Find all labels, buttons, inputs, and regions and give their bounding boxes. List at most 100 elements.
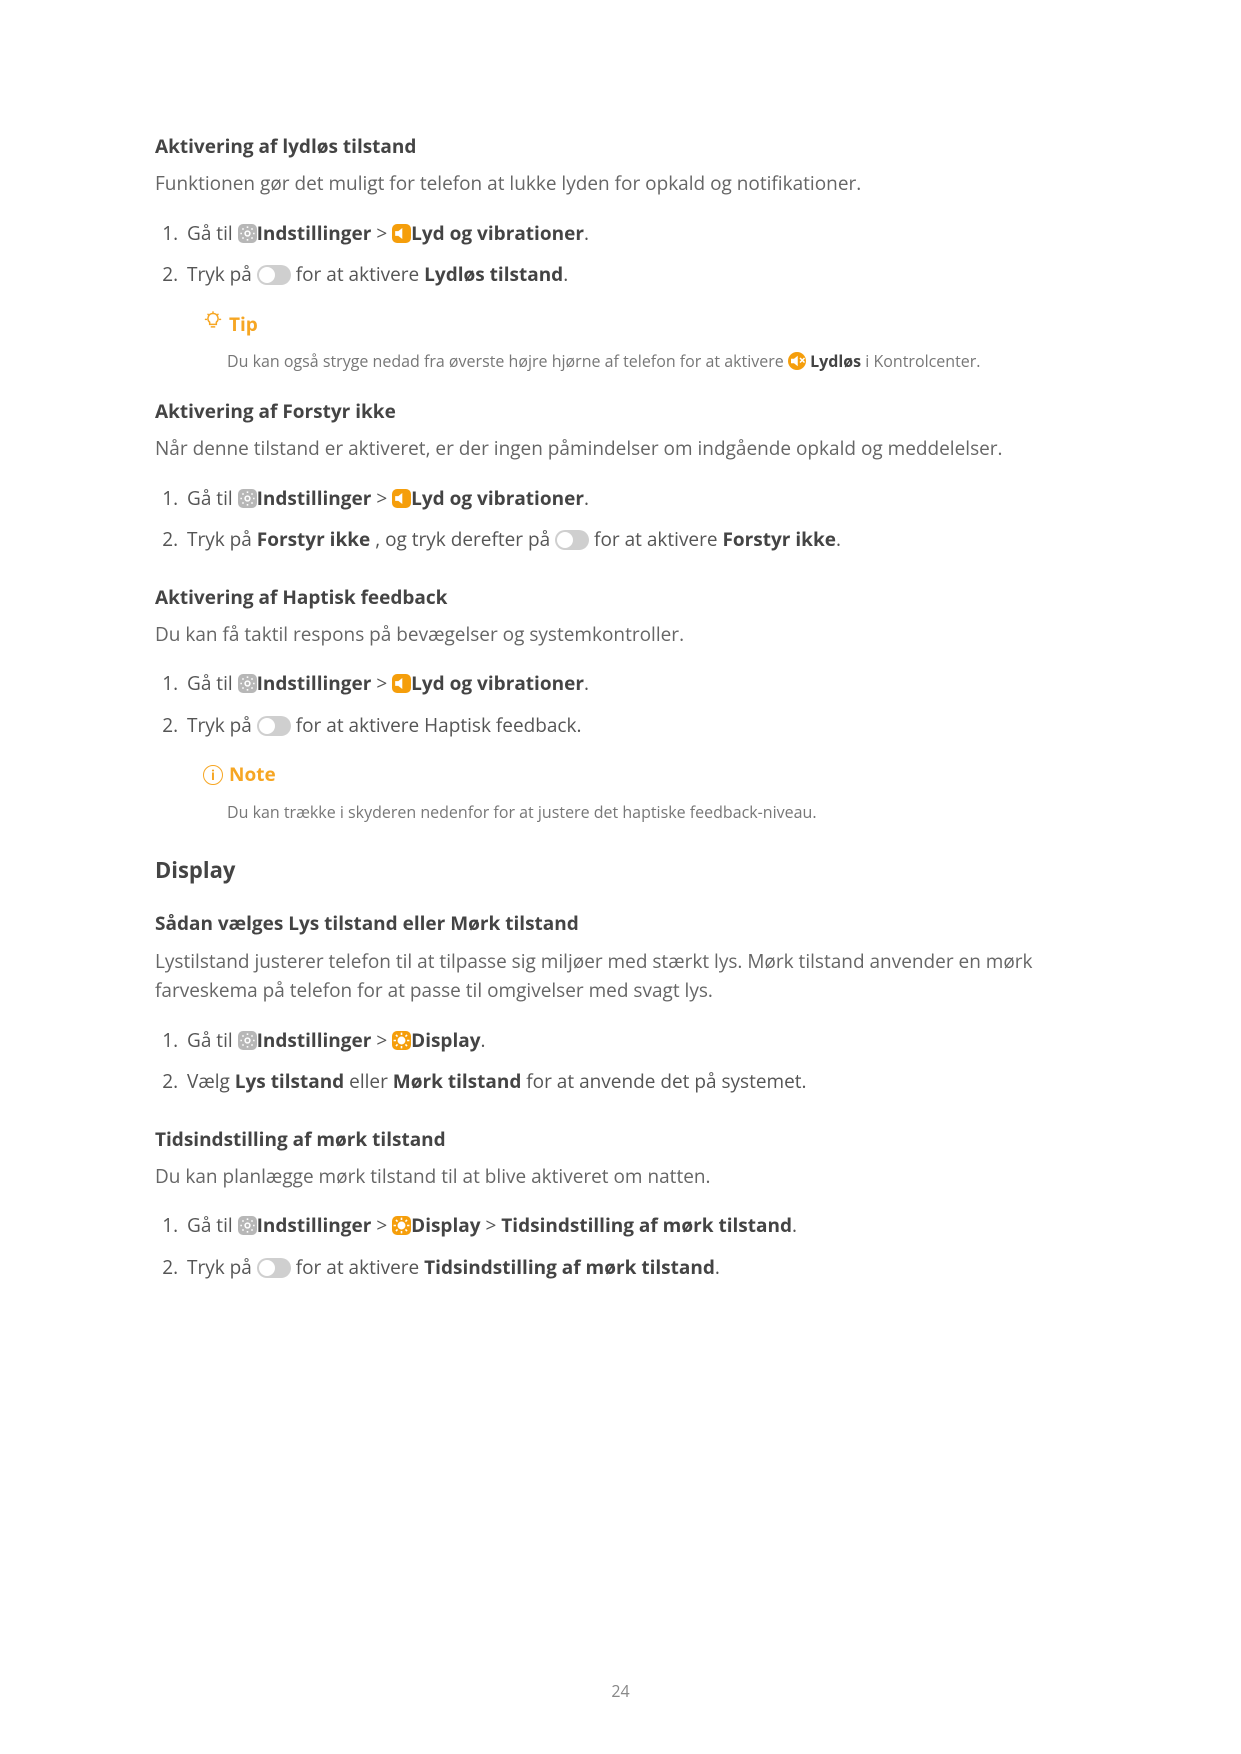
settings-icon — [238, 1031, 257, 1050]
list-item: Gå til Indstillinger > Lyd og vibratione… — [183, 478, 1086, 519]
heading-display: Display — [155, 853, 1086, 887]
toggle-off-icon — [257, 1258, 291, 1278]
dark-schedule-label-2: Tidsindstilling af mørk tilstand — [424, 1254, 715, 1280]
tip-body: Du kan også stryge nedad fra øverste høj… — [227, 349, 1086, 375]
sound-icon — [392, 224, 411, 243]
breadcrumb-separator: > — [376, 220, 392, 246]
dnd-label-2: Forstyr ikke — [722, 526, 835, 552]
list-item: Gå til Indstillinger > Lyd og vibratione… — [183, 663, 1086, 704]
steps-silent-mode: Gå til Indstillinger > Lyd og vibratione… — [155, 213, 1086, 296]
sound-label: Lyd og vibrationer — [411, 220, 584, 246]
text: for at anvende det på systemet. — [526, 1068, 806, 1094]
text: for at aktivere — [296, 261, 424, 287]
toggle-off-icon — [555, 530, 589, 550]
sound-icon — [392, 674, 411, 693]
sound-icon — [392, 489, 411, 508]
info-icon: i — [203, 765, 223, 785]
toggle-off-icon — [257, 265, 291, 285]
toggle-off-icon — [257, 716, 291, 736]
text: Tryk på — [187, 712, 257, 738]
page-container: Aktivering af lydløs tilstand Funktionen… — [0, 0, 1241, 1754]
dark-schedule-label: Tidsindstilling af mørk tilstand — [501, 1212, 792, 1238]
settings-label: Indstillinger — [257, 1027, 372, 1053]
list-item: Gå til Indstillinger > Display > Tidsind… — [183, 1205, 1086, 1246]
list-item: Tryk på for at aktivere Lydløs tilstand. — [183, 254, 1086, 295]
settings-icon — [238, 1216, 257, 1235]
sound-label: Lyd og vibrationer — [411, 670, 584, 696]
text: . — [792, 1212, 797, 1238]
text: i Kontrolcenter. — [865, 350, 980, 372]
text: Tryk på — [187, 1254, 257, 1280]
text: Gå til — [187, 670, 238, 696]
text: Tryk på — [187, 526, 257, 552]
text: . — [715, 1254, 720, 1280]
text: . — [584, 220, 589, 246]
light-mode-label: Lys tilstand — [235, 1068, 344, 1094]
dnd-label: Forstyr ikke — [257, 526, 370, 552]
text: Gå til — [187, 220, 238, 246]
breadcrumb-separator: > — [376, 485, 392, 511]
body-dark-schedule: Du kan planlægge mørk tilstand til at bl… — [155, 1162, 1086, 1191]
display-label: Display — [411, 1212, 480, 1238]
steps-light-dark: Gå til Indstillinger > Display. Vælg Lys… — [155, 1020, 1086, 1103]
sound-label: Lyd og vibrationer — [411, 485, 584, 511]
text: for at aktivere Haptisk feedback. — [296, 712, 582, 738]
body-light-dark: Lystilstand justerer telefon til at tilp… — [155, 947, 1086, 1006]
breadcrumb-separator: > — [376, 1212, 392, 1238]
settings-label: Indstillinger — [257, 670, 372, 696]
note-header: i Note — [203, 760, 1086, 789]
body-haptic: Du kan få taktil respons på bevægelser o… — [155, 620, 1086, 649]
note-callout: i Note Du kan trække i skyderen nedenfor… — [203, 760, 1086, 825]
note-body: Du kan trække i skyderen nedenfor for at… — [227, 800, 1086, 826]
settings-label: Indstillinger — [257, 220, 372, 246]
list-item: Tryk på for at aktivere Haptisk feedback… — [183, 705, 1086, 746]
display-label: Display — [411, 1027, 480, 1053]
heading-dnd: Aktivering af Forstyr ikke — [155, 397, 1086, 426]
steps-haptic: Gå til Indstillinger > Lyd og vibratione… — [155, 663, 1086, 746]
text: for at aktivere — [296, 1254, 424, 1280]
list-item: Tryk på for at aktivere Tidsindstilling … — [183, 1247, 1086, 1288]
text: Tryk på — [187, 261, 257, 287]
steps-dnd: Gå til Indstillinger > Lyd og vibratione… — [155, 478, 1086, 561]
breadcrumb-separator: > — [485, 1212, 501, 1238]
breadcrumb-separator: > — [376, 1027, 392, 1053]
tip-callout: Tip Du kan også stryge nedad fra øverste… — [203, 310, 1086, 375]
list-item: Gå til Indstillinger > Display. — [183, 1020, 1086, 1061]
tip-header: Tip — [203, 310, 1086, 339]
heading-dark-schedule: Tidsindstilling af mørk tilstand — [155, 1125, 1086, 1154]
text: , og tryk derefter på — [375, 526, 555, 552]
text: eller — [349, 1068, 393, 1094]
heading-light-dark: Sådan vælges Lys tilstand eller Mørk til… — [155, 909, 1086, 938]
silent-mode-label: Lydløs tilstand — [424, 261, 563, 287]
text: for at aktivere — [594, 526, 722, 552]
text: . — [584, 670, 589, 696]
text: Vælg — [187, 1068, 235, 1094]
bulb-icon — [203, 310, 223, 339]
text: . — [836, 526, 841, 552]
display-icon — [392, 1031, 411, 1050]
text: Gå til — [187, 1212, 238, 1238]
text: . — [584, 485, 589, 511]
list-item: Tryk på Forstyr ikke , og tryk derefter … — [183, 519, 1086, 560]
settings-icon — [238, 489, 257, 508]
dark-mode-label: Mørk tilstand — [393, 1068, 522, 1094]
text: Gå til — [187, 485, 238, 511]
text: Gå til — [187, 1027, 238, 1053]
page-number: 24 — [0, 1679, 1241, 1704]
text: Du kan også stryge nedad fra øverste høj… — [227, 350, 788, 372]
settings-icon — [238, 224, 257, 243]
heading-silent-mode: Aktivering af lydløs tilstand — [155, 132, 1086, 161]
note-label: Note — [229, 760, 276, 789]
settings-icon — [238, 674, 257, 693]
steps-dark-schedule: Gå til Indstillinger > Display > Tidsind… — [155, 1205, 1086, 1288]
mute-icon — [788, 352, 806, 370]
list-item: Gå til Indstillinger > Lyd og vibratione… — [183, 213, 1086, 254]
body-silent-mode: Funktionen gør det muligt for telefon at… — [155, 169, 1086, 198]
text: . — [481, 1027, 486, 1053]
settings-label: Indstillinger — [257, 1212, 372, 1238]
heading-haptic: Aktivering af Haptisk feedback — [155, 583, 1086, 612]
breadcrumb-separator: > — [376, 670, 392, 696]
display-icon — [392, 1216, 411, 1235]
text: . — [563, 261, 568, 287]
list-item: Vælg Lys tilstand eller Mørk tilstand fo… — [183, 1061, 1086, 1102]
